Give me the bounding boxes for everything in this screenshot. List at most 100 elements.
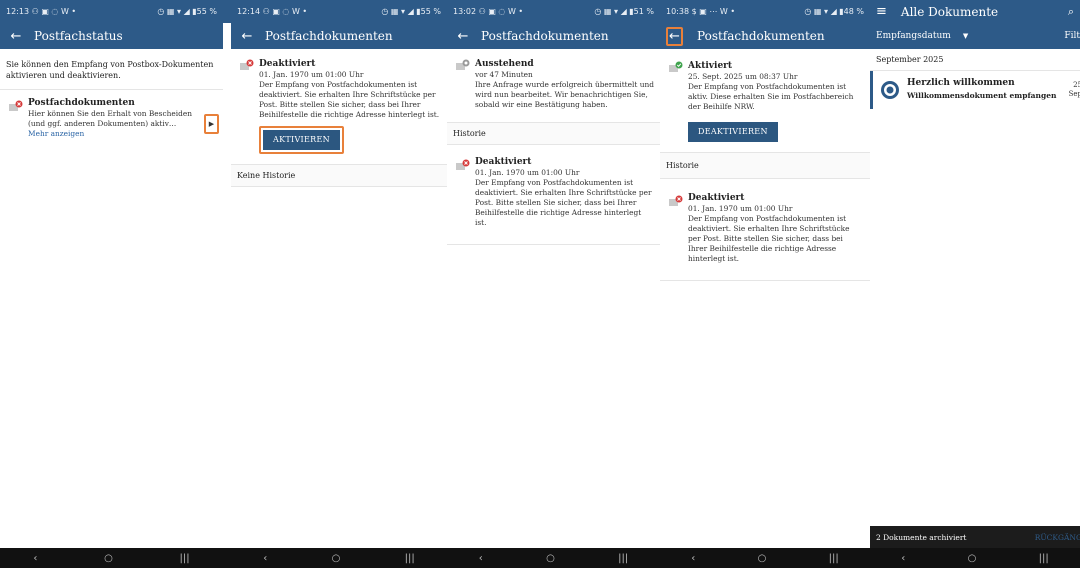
status-right: ◷ ▦ ▾ ◢ ▮48 %	[804, 7, 864, 16]
system-nav-bar: ‹ ○ |||	[231, 548, 447, 568]
app-bar: ← Postfachdokumenten	[447, 23, 660, 49]
status-bar: 13:02 ⚇ ▣ ◌ W • ◷ ▦ ▾ ◢ ▮51 %	[447, 0, 660, 23]
status-left: 13:02 ⚇ ▣ ◌ W •	[453, 7, 524, 16]
entry-date: 01. Jan. 1970 um 01:00 Uhr	[259, 70, 364, 79]
nav-home-icon[interactable]: ○	[546, 553, 555, 564]
entry-text: Der Empfang von Postfachdokumenten ist d…	[259, 80, 440, 119]
entry-title: Ausstehend	[475, 59, 534, 69]
search-icon[interactable]: ⌕	[1068, 5, 1074, 19]
status-right: ◷ ▦ ▾ ◢ ▮51 %	[594, 7, 654, 16]
chevron-down-icon[interactable]: ▼	[963, 32, 968, 40]
nav-home-icon[interactable]: ○	[968, 553, 977, 564]
document-title: Herzlich willkommen	[907, 78, 1015, 88]
screen-postfachstatus: 12:13 ⚇ ▣ ◌ W • ◷ ▦ ▾ ◢ ▮55 % ← Postfach…	[0, 0, 223, 568]
status-right: ◷ ▦ ▾ ◢ ▮55 %	[381, 7, 441, 16]
intro-text: Sie können den Empfang von Postbox-Dokum…	[0, 49, 223, 90]
nav-back-icon[interactable]: ‹	[691, 553, 695, 564]
nav-back-icon[interactable]: ‹	[263, 553, 267, 564]
entry-text: Hier können Sie den Erhalt von Bescheide…	[28, 109, 192, 128]
status-left: 12:13 ⚇ ▣ ◌ W •	[6, 7, 77, 16]
nav-home-icon[interactable]: ○	[104, 553, 113, 564]
back-arrow-icon[interactable]: ←	[666, 26, 683, 46]
mail-success-icon	[669, 61, 683, 72]
status-bar: 10:38 $ ▣ ⋯ W • ◷ ▦ ▾ ◢ ▮48 %	[660, 0, 870, 23]
screen-postfach-deaktiviert: 12:14 ⚇ ▣ ◌ W • ◷ ▦ ▾ ◢ ▮55 % ← Postfach…	[231, 0, 447, 568]
month-header: September 2025	[870, 49, 1080, 71]
nav-recents-icon[interactable]: |||	[405, 553, 415, 564]
nav-back-icon[interactable]: ‹	[479, 553, 483, 564]
entry-text: Der Empfang von Postfachdokumenten ist d…	[475, 178, 652, 227]
more-link[interactable]: Mehr anzeigen	[28, 129, 197, 139]
chevron-right-icon[interactable]: ▶	[204, 114, 219, 134]
postfach-entry[interactable]: Postfachdokumenten Hier können Sie den E…	[0, 90, 223, 147]
system-nav-bar: ‹ ○ |||	[0, 548, 223, 568]
nav-recents-icon[interactable]: |||	[829, 553, 839, 564]
status-bar: 12:13 ⚇ ▣ ◌ W • ◷ ▦ ▾ ◢ ▮55 %	[0, 0, 223, 23]
system-nav-bar: ‹ ○ |||	[447, 548, 660, 568]
app-bar: ← Postfachdokumenten	[660, 23, 870, 49]
entry-title: Postfachdokumenten	[28, 98, 135, 108]
entry-text: Ihre Anfrage wurde erfolgreich übermitte…	[475, 80, 654, 109]
nav-recents-icon[interactable]: |||	[618, 553, 628, 564]
history-entry: Deaktiviert 01. Jan. 1970 um 01:00 Uhr D…	[447, 145, 660, 236]
deactivate-button[interactable]: DEAKTIVIEREN	[688, 122, 778, 142]
app-bar: ≡ Alle Dokumente ⌕	[870, 0, 1080, 23]
page-title: Postfachdokumenten	[481, 29, 609, 43]
nav-recents-icon[interactable]: |||	[1039, 553, 1049, 564]
nav-home-icon[interactable]: ○	[332, 553, 341, 564]
status-entry: Deaktiviert 01. Jan. 1970 um 01:00 Uhr D…	[231, 49, 447, 164]
activate-button[interactable]: AKTIVIEREN	[263, 130, 340, 150]
filter-button[interactable]: Filt	[1064, 31, 1080, 41]
document-row[interactable]: Herzlich willkommen Willkommensdokument …	[870, 71, 1080, 109]
sort-dropdown[interactable]: Empfangsdatum	[876, 31, 951, 41]
nav-back-icon[interactable]: ‹	[33, 553, 37, 564]
menu-icon[interactable]: ≡	[876, 4, 887, 19]
pending-entry: Ausstehend vor 47 Minuten Ihre Anfrage w…	[447, 49, 660, 122]
screen-postfach-ausstehend: 13:02 ⚇ ▣ ◌ W • ◷ ▦ ▾ ◢ ▮51 % ← Postfach…	[447, 0, 660, 568]
snackbar-message: 2 Dokumente archiviert	[876, 532, 967, 542]
mail-error-icon	[9, 100, 23, 111]
entry-title: Deaktiviert	[688, 193, 745, 203]
entry-date: 01. Jan. 1970 um 01:00 Uhr	[475, 168, 580, 177]
app-bar: ← Postfachdokumenten	[231, 23, 447, 49]
entry-title: Aktiviert	[688, 61, 733, 71]
system-nav-bar: ‹ ○ |||	[660, 548, 870, 568]
entry-text: Der Empfang von Postfachdokumenten ist a…	[688, 82, 854, 111]
mail-pending-icon	[456, 59, 470, 70]
page-title: Postfachdokumenten	[697, 29, 825, 43]
entry-date: 25. Sept. 2025 um 08:37 Uhr	[688, 72, 798, 81]
document-date: 25 Sep	[1068, 81, 1080, 98]
back-arrow-icon[interactable]: ←	[237, 29, 257, 44]
undo-button[interactable]: RÜCKGÄNG	[1035, 533, 1080, 542]
system-nav-bar: ‹ ○ |||	[870, 548, 1080, 568]
screen-alle-dokumente: ≡ Alle Dokumente ⌕ Empfangsdatum ▼ Filt …	[870, 0, 1080, 568]
app-bar: ← Postfachstatus	[0, 23, 223, 49]
nav-recents-icon[interactable]: |||	[180, 553, 190, 564]
screen-postfach-aktiviert: 10:38 $ ▣ ⋯ W • ◷ ▦ ▾ ◢ ▮48 % ← Postfach…	[660, 0, 870, 568]
page-title: Postfachdokumenten	[265, 29, 393, 43]
history-label: Historie	[660, 152, 870, 179]
status-left: 10:38 $ ▣ ⋯ W •	[666, 7, 736, 16]
deactivate-button-wrap: DEAKTIVIEREN	[688, 122, 778, 142]
history-entry: Deaktiviert 01. Jan. 1970 um 01:00 Uhr D…	[660, 179, 870, 272]
page-title: Postfachstatus	[34, 29, 123, 43]
document-subtitle: Willkommensdokument empfangen	[907, 91, 1057, 100]
status-right: ◷ ▦ ▾ ◢ ▮55 %	[157, 7, 217, 16]
filter-bar: Empfangsdatum ▼ Filt	[870, 23, 1080, 49]
snackbar: 2 Dokumente archiviert RÜCKGÄNG	[870, 526, 1080, 548]
entry-text: Der Empfang von Postfachdokumenten ist d…	[688, 214, 850, 263]
status-bar: 12:14 ⚇ ▣ ◌ W • ◷ ▦ ▾ ◢ ▮55 %	[231, 0, 447, 23]
entry-title: Deaktiviert	[259, 59, 316, 69]
activate-button-highlight: AKTIVIEREN	[259, 126, 344, 154]
mail-error-icon	[240, 59, 254, 70]
mail-error-icon	[456, 159, 470, 170]
active-entry: Aktiviert 25. Sept. 2025 um 08:37 Uhr De…	[660, 49, 870, 152]
nav-home-icon[interactable]: ○	[758, 553, 767, 564]
history-empty: Keine Historie	[231, 164, 447, 187]
nav-back-icon[interactable]: ‹	[901, 553, 905, 564]
entry-title: Deaktiviert	[475, 157, 532, 167]
back-arrow-icon[interactable]: ←	[453, 29, 473, 44]
back-arrow-icon[interactable]: ←	[6, 29, 26, 44]
mail-error-icon	[669, 195, 683, 206]
entry-date: 01. Jan. 1970 um 01:00 Uhr	[688, 204, 793, 213]
